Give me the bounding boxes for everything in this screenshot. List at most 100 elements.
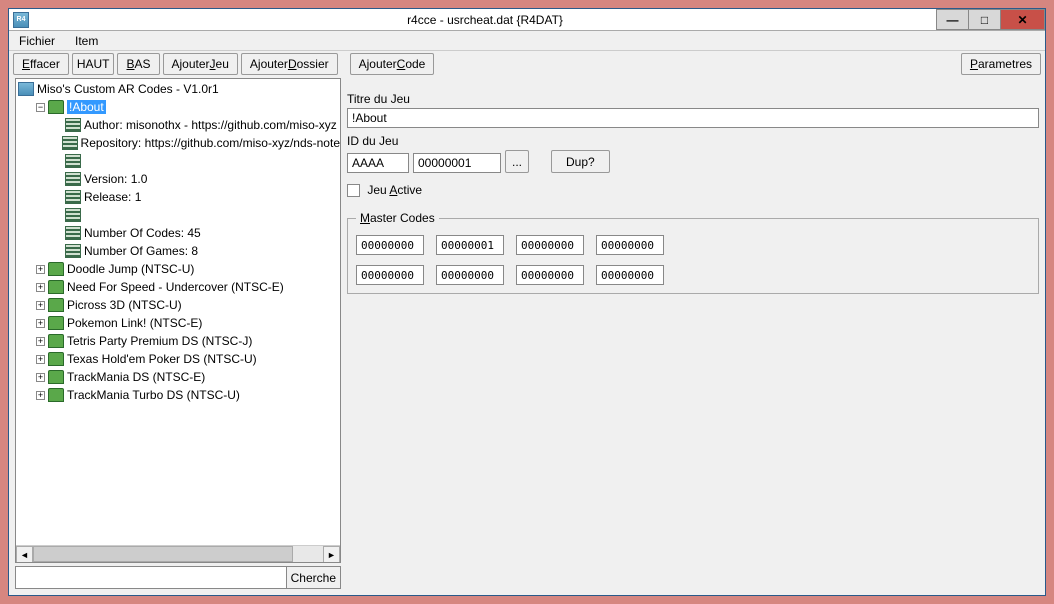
master-code-input[interactable]: [516, 235, 584, 255]
scroll-thumb[interactable]: [33, 546, 293, 562]
r4-icon: [18, 82, 34, 96]
cartridge-icon: [48, 316, 64, 330]
tree-row[interactable]: + Pokemon Link! (NTSC-E): [16, 314, 340, 332]
tree-row[interactable]: + Need For Speed - Undercover (NTSC-E): [16, 278, 340, 296]
expand-icon[interactable]: +: [36, 283, 45, 292]
tree-label: Miso's Custom AR Codes - V1.0r1: [37, 82, 219, 96]
tree-row[interactable]: Author: misonothx - https://github.com/m…: [16, 116, 340, 134]
app-icon: R4: [13, 12, 29, 28]
tree-row[interactable]: [16, 152, 340, 170]
tree-label: Pokemon Link! (NTSC-E): [67, 316, 202, 330]
expand-icon[interactable]: +: [36, 301, 45, 310]
expand-icon[interactable]: +: [36, 391, 45, 400]
menu-file[interactable]: Fichier: [13, 33, 61, 49]
tree-view[interactable]: Miso's Custom AR Codes - V1.0r1 − !About Au…: [16, 79, 340, 545]
add-folder-button[interactable]: Ajouter Dossier: [241, 53, 338, 75]
tree-row[interactable]: +Picross 3D (NTSC-U): [16, 296, 340, 314]
master-code-input[interactable]: [356, 265, 424, 285]
toolbar: Effacer HAUT BAS Ajouter Jeu Ajouter Dos…: [9, 50, 1045, 76]
binary-icon: [65, 190, 81, 204]
master-codes-row-1: [356, 235, 1030, 255]
scroll-right-button[interactable]: ►: [323, 546, 340, 563]
add-code-button[interactable]: Ajouter Code: [350, 53, 435, 75]
scroll-left-button[interactable]: ◄: [16, 546, 33, 563]
up-button[interactable]: HAUT: [72, 53, 115, 75]
cartridge-icon: [48, 262, 64, 276]
cartridge-icon: [48, 334, 64, 348]
binary-icon: [65, 208, 81, 222]
tree-row[interactable]: Version: 1.0: [16, 170, 340, 188]
close-button[interactable]: ✕: [1000, 9, 1045, 30]
menu-item[interactable]: Item: [69, 33, 104, 49]
tree-row[interactable]: − !About: [16, 98, 340, 116]
dup-button[interactable]: Dup?: [551, 150, 610, 173]
master-code-input[interactable]: [436, 235, 504, 255]
left-panel: Miso's Custom AR Codes - V1.0r1 − !About Au…: [15, 78, 341, 589]
tree-label: Version: 1.0: [84, 172, 147, 186]
tree-row[interactable]: Repository: https://github.com/miso-xyz/…: [16, 134, 340, 152]
master-code-input[interactable]: [356, 235, 424, 255]
game-id-2-input[interactable]: [413, 153, 501, 173]
tree-label: Author: misonothx - https://github.com/m…: [84, 118, 337, 132]
master-code-input[interactable]: [596, 265, 664, 285]
expand-icon[interactable]: +: [36, 319, 45, 328]
tree-label: !About: [67, 100, 106, 114]
master-codes-legend: Master Codes: [356, 211, 439, 225]
tree-label: Texas Hold'em Poker DS (NTSC-U): [67, 352, 257, 366]
erase-button[interactable]: Effacer: [13, 53, 69, 75]
tree-row[interactable]: + Texas Hold'em Poker DS (NTSC-U): [16, 350, 340, 368]
tree-row[interactable]: [16, 206, 340, 224]
game-active-checkbox[interactable]: [347, 184, 360, 197]
game-title-input[interactable]: [347, 108, 1039, 128]
expand-icon[interactable]: +: [36, 337, 45, 346]
tree-label: Number Of Codes: 45: [84, 226, 201, 240]
tree-label: Release: 1: [84, 190, 141, 204]
binary-icon: [65, 118, 81, 132]
tree-row[interactable]: +Tetris Party Premium DS (NTSC-J): [16, 332, 340, 350]
tree-row[interactable]: Number Of Games: 8: [16, 242, 340, 260]
tree-row[interactable]: +TrackMania DS (NTSC-E): [16, 368, 340, 386]
tree-row[interactable]: + Doodle Jump (NTSC-U): [16, 260, 340, 278]
master-code-input[interactable]: [436, 265, 504, 285]
game-active-label: Jeu Active: [367, 183, 422, 197]
expand-icon[interactable]: +: [36, 265, 45, 274]
minimize-button[interactable]: —: [936, 9, 969, 30]
master-codes-row-2: [356, 265, 1030, 285]
master-code-input[interactable]: [596, 235, 664, 255]
master-codes-group: Master Codes: [347, 211, 1039, 294]
cartridge-icon: [48, 298, 64, 312]
titlebar[interactable]: R4 r4cce - usrcheat.dat {R4DAT} — □ ✕: [9, 9, 1045, 31]
tree-label: Need For Speed - Undercover (NTSC-E): [67, 280, 284, 294]
game-id-1-input[interactable]: [347, 153, 409, 173]
tree-row[interactable]: Number Of Codes: 45: [16, 224, 340, 242]
expand-icon[interactable]: +: [36, 373, 45, 382]
search-input[interactable]: [15, 566, 287, 589]
binary-icon: [65, 226, 81, 240]
cartridge-icon: [48, 352, 64, 366]
window-title: r4cce - usrcheat.dat {R4DAT}: [33, 13, 937, 27]
expand-icon[interactable]: −: [36, 103, 45, 112]
binary-icon: [62, 136, 78, 150]
tree-label: Doodle Jump (NTSC-U): [67, 262, 194, 276]
search-button[interactable]: Cherche: [286, 566, 341, 589]
game-id-label: ID du Jeu: [347, 134, 529, 148]
tree-row[interactable]: +TrackMania Turbo DS (NTSC-U): [16, 386, 340, 404]
master-code-input[interactable]: [516, 265, 584, 285]
tree-row[interactable]: Miso's Custom AR Codes - V1.0r1: [16, 80, 340, 98]
add-game-button[interactable]: Ajouter Jeu: [163, 53, 238, 75]
tree-scrollbar-h[interactable]: ◄ ►: [16, 545, 340, 562]
tree-label: Repository: https://github.com/miso-xyz/…: [81, 136, 340, 150]
maximize-button[interactable]: □: [968, 9, 1001, 30]
binary-icon: [65, 172, 81, 186]
browse-button[interactable]: ...: [505, 150, 529, 173]
cartridge-icon: [48, 388, 64, 402]
down-button[interactable]: BAS: [117, 53, 159, 75]
right-panel: Titre du Jeu ID du Jeu ... Dup? Jeu Acti…: [347, 78, 1039, 589]
game-title-label: Titre du Jeu: [347, 92, 1039, 106]
menubar: Fichier Item: [9, 31, 1045, 50]
cartridge-icon: [48, 100, 64, 114]
binary-icon: [65, 244, 81, 258]
parameters-button[interactable]: Parametres: [961, 53, 1041, 75]
tree-row[interactable]: Release: 1: [16, 188, 340, 206]
expand-icon[interactable]: +: [36, 355, 45, 364]
